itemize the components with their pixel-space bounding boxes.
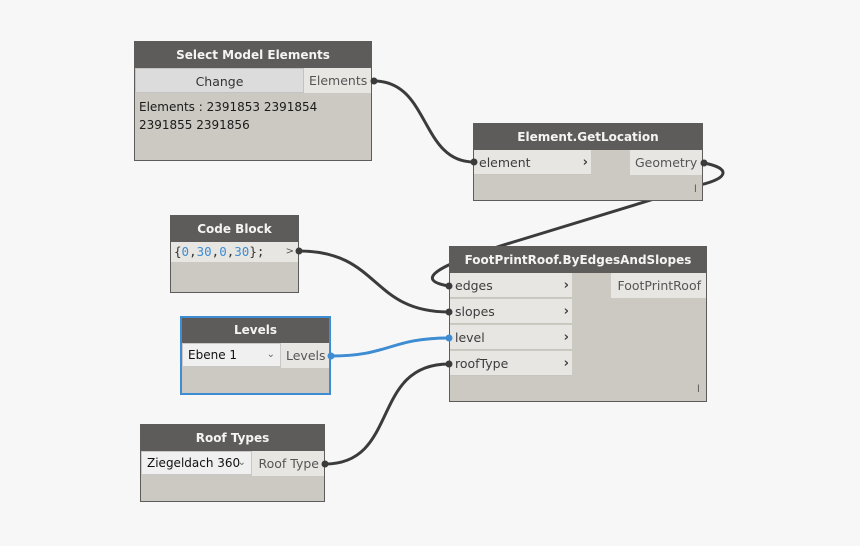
wire-layer	[298, 79, 725, 466]
node-code-block[interactable]: Code Block {0,30,0,30}; >	[170, 215, 299, 293]
node-title: FootPrintRoof.ByEdgesAndSlopes	[450, 247, 706, 273]
input-port-level[interactable]: level ›	[450, 325, 572, 350]
output-port-geometry[interactable]: Geometry	[630, 150, 702, 175]
node-title: Code Block	[171, 216, 298, 242]
output-port-levels[interactable]: Levels	[281, 343, 329, 368]
input-port-rooftype[interactable]: roofType ›	[450, 351, 572, 376]
node-roof-types[interactable]: Roof Types Ziegeldach 360 ⌄ Roof Type	[140, 424, 325, 502]
chevron-right-icon: ›	[563, 304, 569, 319]
port-label: slopes	[455, 304, 495, 319]
roof-types-dropdown[interactable]: Ziegeldach 360 ⌄	[141, 451, 252, 475]
output-port-roof-type[interactable]: Roof Type	[252, 451, 324, 476]
wire-rooftype-to-rooftype[interactable]	[324, 362, 450, 466]
node-title: Levels	[182, 318, 329, 343]
chevron-down-icon: ⌄	[266, 349, 275, 360]
output-port-code[interactable]: >	[279, 242, 298, 262]
elements-preview-line2: 2391855 2391856	[139, 118, 250, 132]
node-title: Roof Types	[141, 425, 324, 451]
lacing-indicator[interactable]: l	[694, 184, 697, 195]
input-port-element[interactable]: element ›	[474, 150, 591, 175]
levels-dropdown[interactable]: Ebene 1 ⌄	[182, 343, 281, 367]
node-levels[interactable]: Levels Ebene 1 ⌄ Levels	[180, 316, 331, 395]
code-input[interactable]: {0,30,0,30};	[171, 242, 279, 262]
wire-levels-to-level[interactable]	[330, 336, 450, 358]
port-label: level	[455, 330, 485, 345]
input-port-slopes[interactable]: slopes ›	[450, 299, 572, 324]
elements-preview: Elements : 2391853 2391854 2391855 23918…	[139, 98, 317, 134]
elements-preview-line1: Elements : 2391853 2391854	[139, 100, 318, 114]
lacing-indicator[interactable]: l	[697, 384, 700, 395]
node-footprintroof[interactable]: FootPrintRoof.ByEdgesAndSlopes edges › s…	[449, 246, 707, 402]
chevron-right-icon: ›	[563, 330, 569, 345]
output-port-footprintroof[interactable]: FootPrintRoof	[611, 273, 706, 298]
dropdown-value: Ebene 1	[188, 348, 238, 362]
node-element-getlocation[interactable]: Element.GetLocation element › Geometry l	[473, 123, 703, 201]
code-number: 30	[234, 244, 250, 259]
port-connectors	[295, 77, 708, 468]
node-title: Select Model Elements	[135, 42, 371, 68]
wire-codeblock-to-slopes[interactable]	[298, 249, 450, 314]
code-brace-close: };	[249, 244, 265, 259]
chevron-down-icon: ⌄	[237, 457, 246, 468]
code-number: 0	[181, 244, 190, 259]
chevron-right-icon: ›	[563, 356, 569, 371]
output-port-elements[interactable]: Elements	[304, 68, 371, 93]
port-label: element	[479, 155, 531, 170]
dropdown-value: Ziegeldach 360	[147, 456, 241, 470]
port-label: edges	[455, 278, 493, 293]
code-brace-open: {	[174, 244, 182, 259]
wire-elements-to-element[interactable]	[373, 79, 475, 164]
input-port-edges[interactable]: edges ›	[450, 273, 572, 298]
chevron-right-icon: ›	[563, 278, 569, 293]
chevron-right-icon: ›	[582, 155, 588, 170]
change-button[interactable]: Change	[135, 68, 304, 93]
code-number: 0	[219, 244, 227, 259]
port-label: roofType	[455, 356, 509, 371]
node-select-model-elements[interactable]: Select Model Elements Change Elements El…	[134, 41, 372, 161]
node-title: Element.GetLocation	[474, 124, 702, 150]
code-number: 30	[196, 244, 212, 259]
